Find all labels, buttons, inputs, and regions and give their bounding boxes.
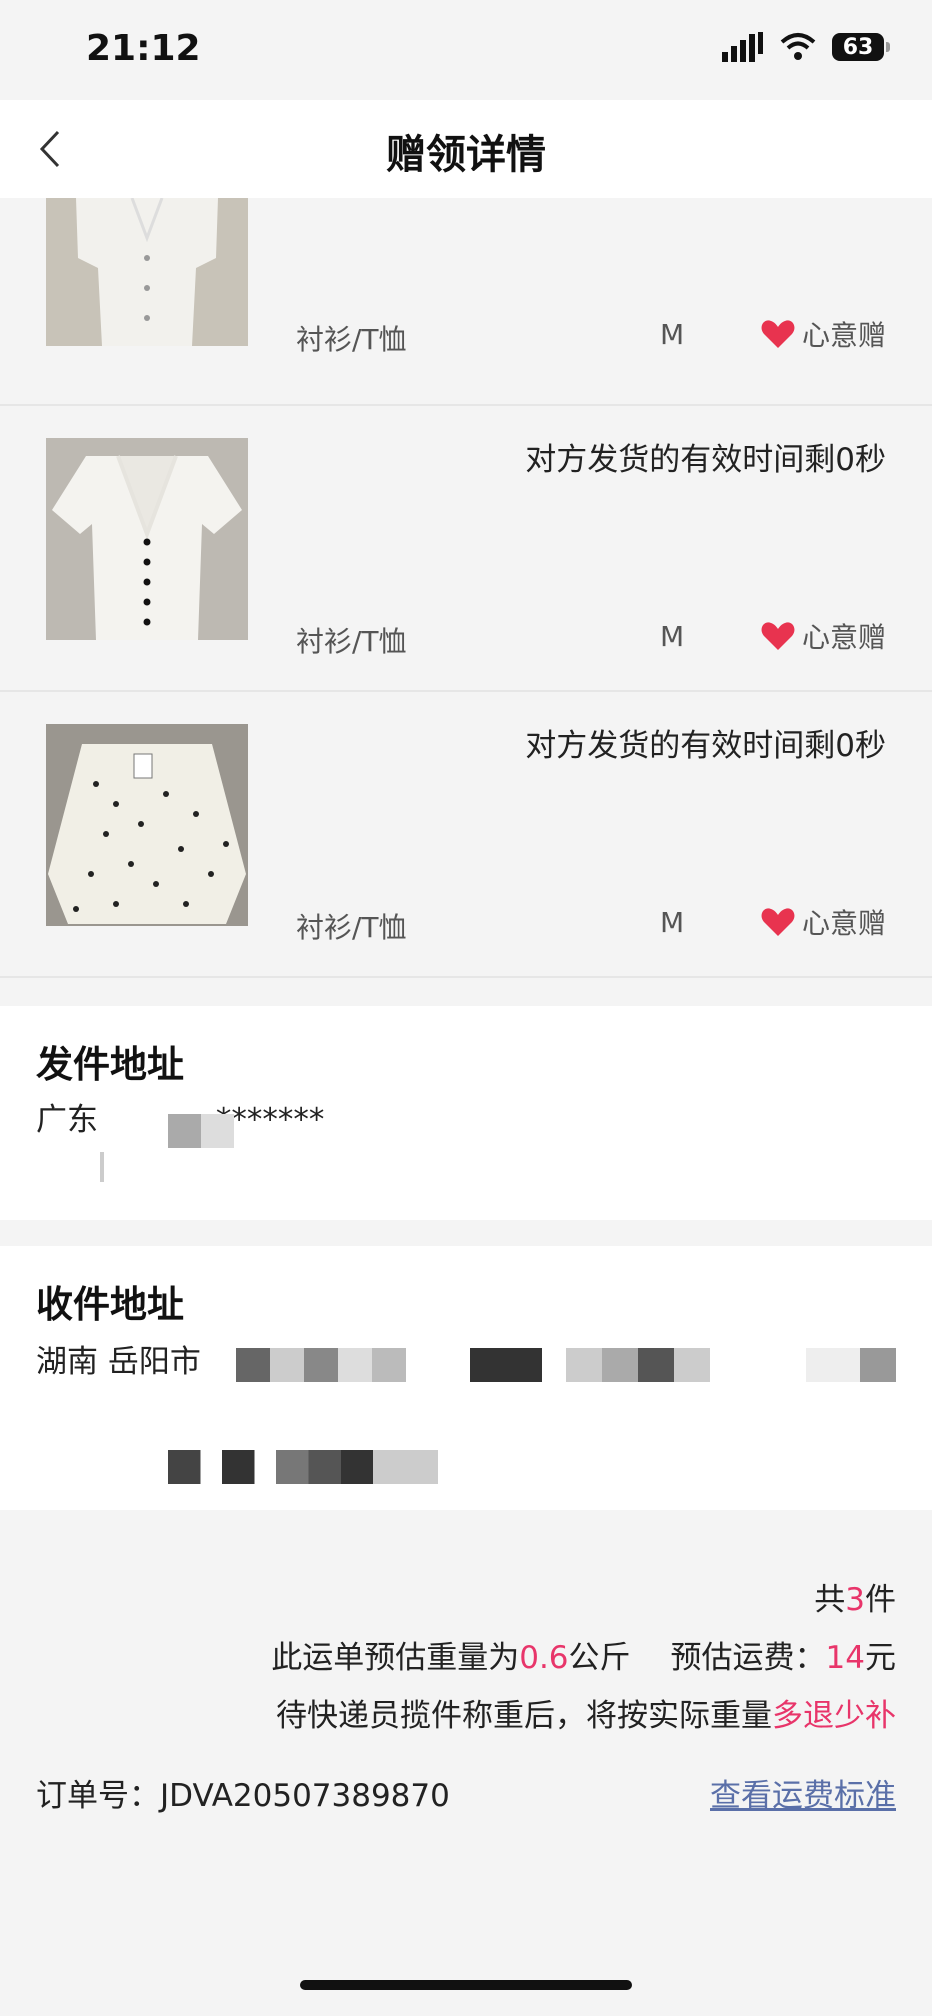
item-category: 衬衫/T恤 [296,323,407,356]
fee-value: 14 [825,1640,865,1676]
gift-type-label: 心意赠 [801,319,886,352]
order-number: 订单号：JDVA20507389870 [36,1770,450,1815]
count-prefix: 共 [814,1582,846,1618]
heart-icon [761,908,795,936]
gift-type-label: 心意赠 [801,907,886,940]
fee-unit: 元 [865,1640,896,1676]
nav-bar: 赠领详情 [0,100,932,198]
redaction-block [236,1348,406,1382]
item-info-row: 衬衫/T恤 M 心意赠 [296,616,886,658]
fee-standard-link[interactable]: 查看运费标准 [710,1770,896,1815]
weight-note: 待快递员揽件称重后，将按实际重量多退少补 [276,1690,896,1735]
battery-icon: 63 [832,33,890,61]
gift-type-label: 心意赠 [801,621,886,654]
redaction-block [168,1450,438,1484]
redaction-block [806,1348,896,1382]
item-info-row: 衬衫/T恤 M 心意赠 [296,902,886,944]
sender-province: 广东 [36,1102,98,1138]
heart-icon [761,320,795,348]
redaction-block [470,1348,710,1382]
status-bar: 21:12 63 [0,0,932,100]
heart-icon [761,622,795,650]
order-label: 订单号： [36,1778,160,1814]
item-info-row: 衬衫/T恤 M 心意赠 [296,314,886,356]
sender-address-title: 发件地址 [36,1043,184,1086]
count-value: 3 [845,1582,865,1618]
wifi-icon [780,33,816,60]
weight-unit: 公斤 [568,1640,631,1676]
home-indicator[interactable] [300,1980,632,1990]
order-number-value: JDVA20507389870 [160,1778,450,1814]
item-category: 衬衫/T恤 [296,911,407,944]
weight-prefix: 此运单预估重量为 [271,1640,520,1676]
receiver-address-line: 湖南 岳阳市 [36,1344,201,1380]
gift-type-badge: 心意赠 [760,314,886,354]
gift-item[interactable]: 衬衫/T恤 M 心意赠 [0,198,932,406]
count-suffix: 件 [865,1582,896,1618]
shipping-summary: 共3件 此运单预估重量为0.6公斤 预估运费：14元 待快递员揽件称重后，将按实际… [0,1512,932,1932]
product-image [46,198,248,346]
receiver-address-title: 收件地址 [36,1283,184,1326]
receiver-address-card: 收件地址 湖南 岳阳市 [0,1246,932,1510]
item-size: M [660,620,685,653]
item-category: 衬衫/T恤 [296,625,407,658]
page-title: 赠领详情 [386,132,546,178]
product-image [46,724,248,926]
redaction-block [100,1152,104,1182]
gift-item[interactable]: 对方发货的有效时间剩0秒 衬衫/T恤 M 心意赠 [0,692,932,978]
product-image [46,438,248,640]
validity-text: 对方发货的有效时间剩0秒 [525,442,886,478]
redaction-block [168,1114,234,1148]
gift-type-badge: 心意赠 [760,902,886,942]
item-count: 共3件 [814,1574,896,1619]
note-highlight: 多退少补 [772,1698,896,1734]
fee-prefix: 预估运费： [670,1640,826,1676]
item-size: M [660,906,685,939]
weight-value: 0.6 [519,1640,569,1676]
validity-text: 对方发货的有效时间剩0秒 [525,728,886,764]
gift-list: 衬衫/T恤 M 心意赠 对方发货的有效时间剩0秒 衬衫/T恤 M 心意赠 对方发… [0,198,932,978]
weight-fee-line: 此运单预估重量为0.6公斤 预估运费：14元 [271,1632,896,1677]
sender-address-card: 发件地址 广东 ******* [0,1006,932,1220]
status-icons: 63 [722,32,890,62]
signal-icon [722,32,763,62]
item-size: M [660,318,685,351]
status-time: 21:12 [86,28,201,69]
note-text: 待快递员揽件称重后，将按实际重量 [276,1698,772,1734]
gift-item[interactable]: 对方发货的有效时间剩0秒 衬衫/T恤 M 心意赠 [0,406,932,692]
gift-type-badge: 心意赠 [760,616,886,656]
